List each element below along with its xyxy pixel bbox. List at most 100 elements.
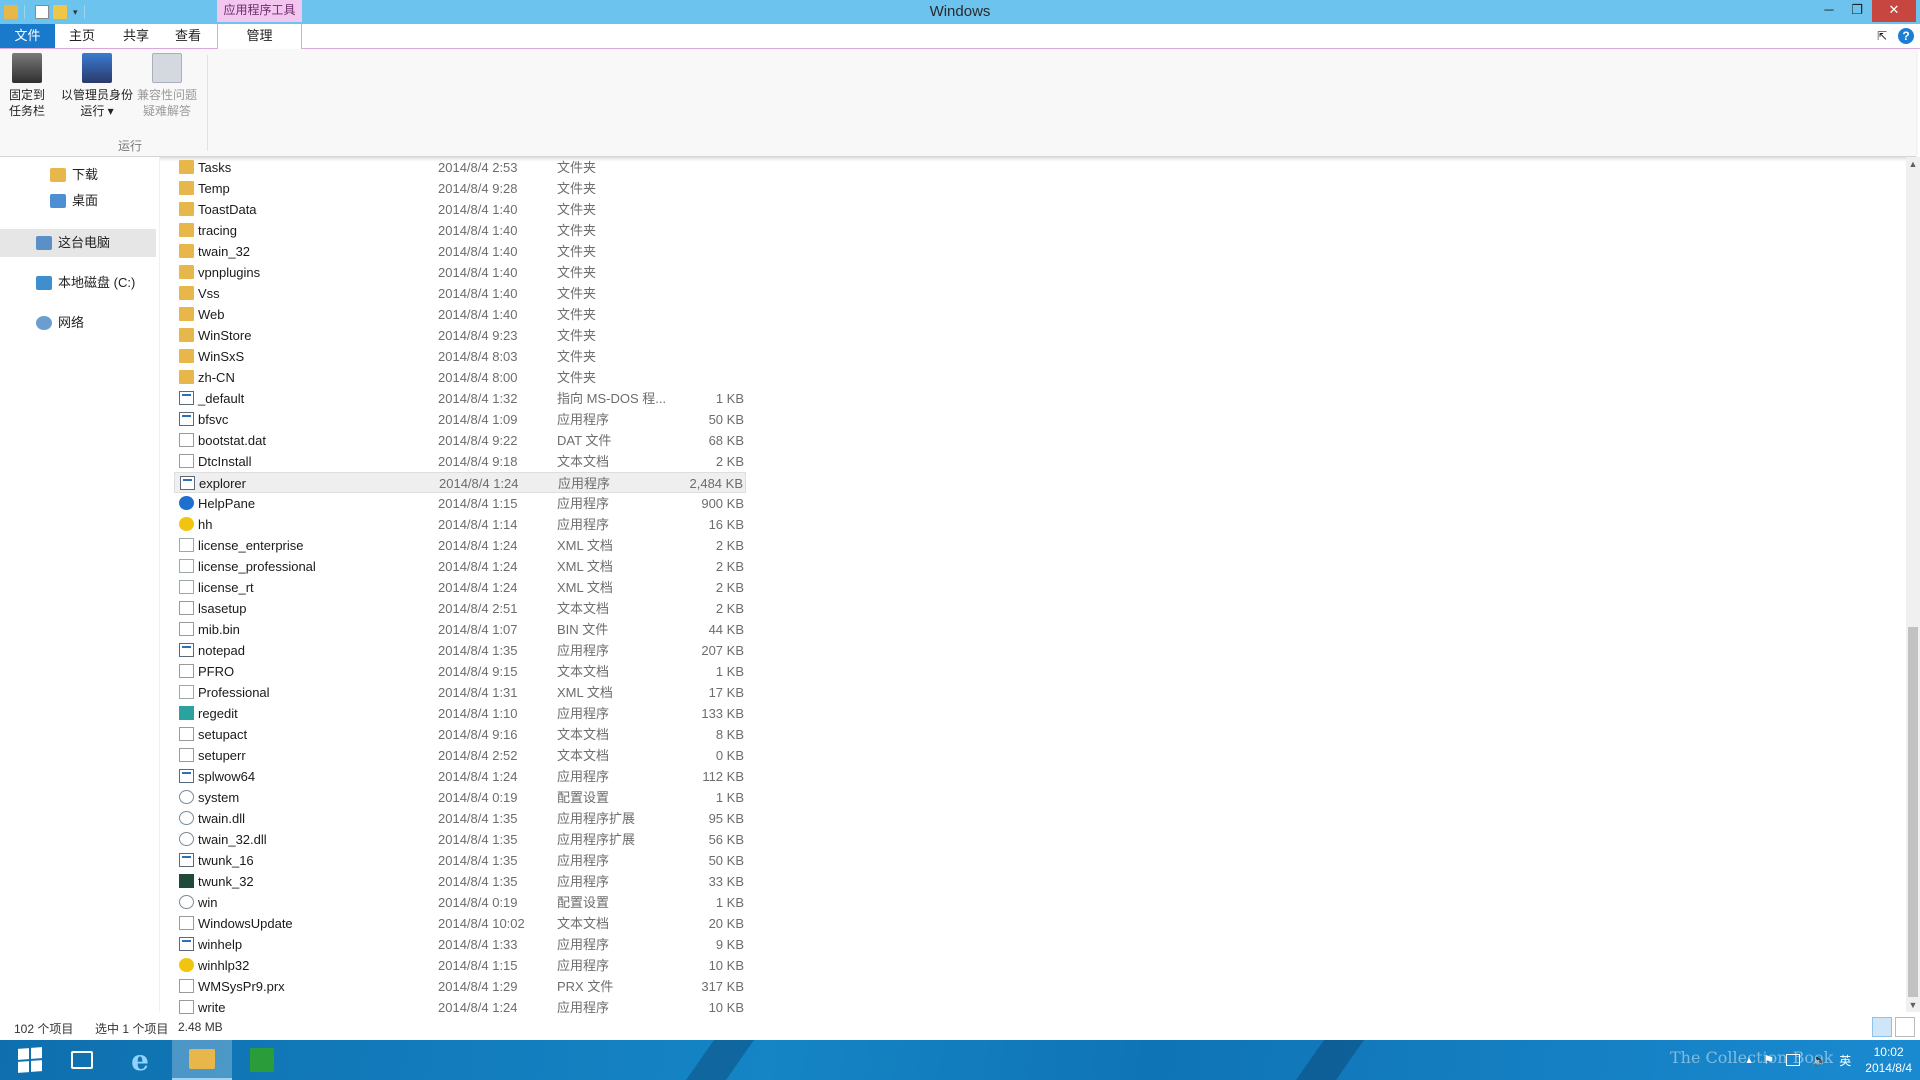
nav-item-network[interactable]: 网络 — [36, 309, 84, 337]
task-view-button[interactable] — [52, 1040, 112, 1080]
file-row[interactable]: mib.bin 2014/8/4 1:07 BIN 文件 44 KB — [174, 619, 746, 640]
file-row[interactable]: splwow64 2014/8/4 1:24 应用程序 112 KB — [174, 766, 746, 787]
chevron-down-icon[interactable]: ▾ — [73, 7, 78, 18]
file-row[interactable]: twain_32.dll 2014/8/4 1:35 应用程序扩展 56 KB — [174, 829, 746, 850]
scroll-thumb[interactable] — [1908, 627, 1918, 997]
start-button[interactable] — [0, 1040, 60, 1080]
file-row[interactable]: setupact 2014/8/4 9:16 文本文档 8 KB — [174, 724, 746, 745]
windows-logo-icon — [18, 1047, 42, 1073]
file-row[interactable]: WindowsUpdate 2014/8/4 10:02 文本文档 20 KB — [174, 913, 746, 934]
file-row[interactable]: vpnplugins 2014/8/4 1:40 文件夹 — [174, 262, 746, 283]
file-row[interactable]: explorer 2014/8/4 1:24 应用程序 2,484 KB — [174, 472, 746, 493]
selected-count: 选中 1 个项目 — [95, 1022, 169, 1036]
scroll-up-icon[interactable]: ▲ — [1906, 157, 1920, 171]
minimize-button[interactable]: ─ — [1816, 0, 1842, 22]
file-size: 2 KB — [715, 601, 744, 616]
file-row[interactable]: regedit 2014/8/4 1:10 应用程序 133 KB — [174, 703, 746, 724]
restore-button[interactable]: ❐ — [1844, 0, 1870, 22]
tab-view[interactable]: 查看 — [164, 24, 212, 48]
file-row[interactable]: WinStore 2014/8/4 9:23 文件夹 — [174, 325, 746, 346]
file-name: splwow64 — [198, 769, 256, 784]
network-tray-icon[interactable] — [1786, 1054, 1801, 1066]
details-view-button[interactable] — [1872, 1017, 1892, 1037]
nav-item-desktop[interactable]: 桌面 — [50, 187, 98, 215]
new-folder-icon[interactable] — [53, 5, 67, 19]
ime-indicator[interactable]: 英 — [1839, 1052, 1851, 1069]
file-explorer-button[interactable] — [172, 1040, 232, 1080]
file-row[interactable]: system 2014/8/4 0:19 配置设置 1 KB — [174, 787, 746, 808]
nav-item-local-disk[interactable]: 本地磁盘 (C:) — [36, 269, 135, 297]
close-button[interactable]: ✕ — [1872, 0, 1916, 22]
minimize-ribbon-icon[interactable]: ⇱ — [1874, 28, 1890, 44]
file-row[interactable]: HelpPane 2014/8/4 1:15 应用程序 900 KB — [174, 493, 746, 514]
file-row[interactable]: Web 2014/8/4 1:40 文件夹 — [174, 304, 746, 325]
file-date: 2014/8/4 0:19 — [438, 895, 518, 910]
file-row[interactable]: hh 2014/8/4 1:14 应用程序 16 KB — [174, 514, 746, 535]
file-date: 2014/8/4 2:53 — [438, 160, 518, 175]
file-row[interactable]: license_professional 2014/8/4 1:24 XML 文档 2… — [174, 556, 746, 577]
file-row[interactable]: license_enterprise 2014/8/4 1:24 XML 文档 2 K… — [174, 535, 746, 556]
volume-icon[interactable]: 🔈 — [1812, 1053, 1827, 1067]
scroll-down-icon[interactable]: ▼ — [1906, 998, 1920, 1012]
file-row[interactable]: setuperr 2014/8/4 2:52 文本文档 0 KB — [174, 745, 746, 766]
file-row[interactable]: twunk_32 2014/8/4 1:35 应用程序 33 KB — [174, 871, 746, 892]
text-file-icon — [179, 454, 194, 468]
internet-explorer-button[interactable]: e — [110, 1040, 170, 1080]
file-row[interactable]: twain.dll 2014/8/4 1:35 应用程序扩展 95 KB — [174, 808, 746, 829]
file-row[interactable]: twunk_16 2014/8/4 1:35 应用程序 50 KB — [174, 850, 746, 871]
nav-label: 本地磁盘 (C:) — [58, 275, 136, 290]
file-row[interactable]: bfsvc 2014/8/4 1:09 应用程序 50 KB — [174, 409, 746, 430]
file-row[interactable]: twain_32 2014/8/4 1:40 文件夹 — [174, 241, 746, 262]
tab-file[interactable]: 文件 — [0, 24, 55, 48]
file-date: 2014/8/4 1:24 — [438, 769, 518, 784]
tab-share[interactable]: 共享 — [112, 24, 160, 48]
nav-item-downloads[interactable]: 下载 — [50, 161, 98, 189]
file-date: 2014/8/4 1:40 — [438, 265, 518, 280]
file-name: license_enterprise — [198, 538, 304, 553]
file-name: lsasetup — [198, 601, 247, 616]
file-name: notepad — [198, 643, 245, 658]
text-file-icon — [179, 727, 194, 741]
file-row[interactable]: Vss 2014/8/4 1:40 文件夹 — [174, 283, 746, 304]
store-button[interactable] — [232, 1040, 292, 1080]
file-row[interactable]: WMSysPr9.prx 2014/8/4 1:29 PRX 文件 317 KB — [174, 976, 746, 997]
file-row[interactable]: WinSxS 2014/8/4 8:03 文件夹 — [174, 346, 746, 367]
file-row[interactable]: winhlp32 2014/8/4 1:15 应用程序 10 KB — [174, 955, 746, 976]
file-name: setupact — [198, 727, 248, 742]
file-row[interactable]: _default 2014/8/4 1:32 指向 MS-DOS 程... 1 KB — [174, 388, 746, 409]
nav-item-this-pc[interactable]: 这台电脑 — [0, 229, 156, 257]
file-row[interactable]: win 2014/8/4 0:19 配置设置 1 KB — [174, 892, 746, 913]
file-row[interactable]: Temp 2014/8/4 9:28 文件夹 — [174, 178, 746, 199]
action-center-flag-icon[interactable]: ⚑ — [1764, 1053, 1775, 1067]
file-row[interactable]: winhelp 2014/8/4 1:33 应用程序 9 KB — [174, 934, 746, 955]
tab-manage[interactable]: 管理 — [217, 24, 302, 49]
troubleshoot-compatibility-button[interactable]: 兼容性问题 疑难解答 — [136, 53, 198, 119]
show-hidden-icons-icon[interactable]: ▲ — [1745, 1055, 1754, 1065]
vertical-scrollbar[interactable]: ▲ ▼ — [1906, 157, 1920, 1012]
file-row[interactable]: license_rt 2014/8/4 1:24 XML 文档 2 KB — [174, 577, 746, 598]
item-count: 102 个项目 — [14, 1022, 74, 1036]
file-type: BIN 文件 — [557, 622, 609, 637]
file-row[interactable]: notepad 2014/8/4 1:35 应用程序 207 KB — [174, 640, 746, 661]
tab-home[interactable]: 主页 — [58, 24, 106, 48]
file-name: mib.bin — [198, 622, 240, 637]
file-row[interactable]: ToastData 2014/8/4 1:40 文件夹 — [174, 199, 746, 220]
help-icon[interactable]: ? — [1898, 28, 1914, 44]
file-row[interactable]: lsasetup 2014/8/4 2:51 文本文档 2 KB — [174, 598, 746, 619]
file-row[interactable]: zh-CN 2014/8/4 8:00 文件夹 — [174, 367, 746, 388]
run-as-admin-button[interactable]: 以管理员身份 运行 ▾ — [58, 53, 136, 119]
properties-icon[interactable] — [35, 5, 49, 19]
store-icon — [250, 1048, 274, 1072]
file-row[interactable]: Professional 2014/8/4 1:31 XML 文档 17 KB — [174, 682, 746, 703]
pin-to-taskbar-button[interactable]: 固定到 任务栏 — [4, 53, 50, 119]
file-row[interactable]: Tasks 2014/8/4 2:53 文件夹 — [174, 157, 746, 178]
file-row[interactable]: DtcInstall 2014/8/4 9:18 文本文档 2 KB — [174, 451, 746, 472]
file-row[interactable]: bootstat.dat 2014/8/4 9:22 DAT 文件 68 KB — [174, 430, 746, 451]
large-icons-view-button[interactable] — [1895, 1017, 1915, 1037]
app-icon — [179, 853, 194, 867]
file-size: 2 KB — [715, 580, 744, 595]
file-row[interactable]: tracing 2014/8/4 1:40 文件夹 — [174, 220, 746, 241]
clock[interactable]: 10:02 2014/8/4 — [1865, 1044, 1912, 1076]
file-size: 95 KB — [708, 811, 744, 826]
file-row[interactable]: PFRO 2014/8/4 9:15 文本文档 1 KB — [174, 661, 746, 682]
